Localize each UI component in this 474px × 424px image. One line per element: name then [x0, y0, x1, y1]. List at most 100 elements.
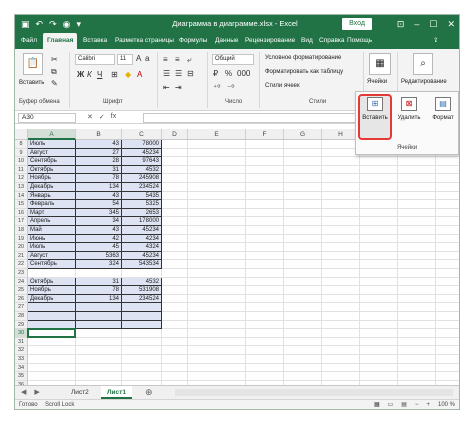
cell-d30[interactable] — [162, 329, 188, 338]
cell-f27[interactable] — [246, 303, 284, 312]
cell-i34[interactable] — [360, 363, 398, 373]
cell-k20[interactable] — [436, 243, 459, 252]
cell-b21[interactable]: 5363 — [76, 251, 122, 261]
cell-j17[interactable] — [398, 217, 436, 226]
cell-h26[interactable] — [322, 294, 360, 304]
cell-c22[interactable]: 543534 — [122, 260, 162, 269]
cell-k14[interactable] — [436, 192, 459, 201]
cell-i23[interactable] — [360, 269, 398, 278]
fill-color-icon[interactable]: ◆ — [125, 70, 131, 80]
cell-b27[interactable] — [76, 303, 122, 312]
format-cells-button[interactable]: ▤ Формат — [428, 96, 458, 136]
cell-h33[interactable] — [322, 355, 360, 364]
cell-a34[interactable] — [28, 363, 76, 373]
cell-g32[interactable] — [284, 346, 322, 355]
font-name-select[interactable]: Calibri — [75, 54, 115, 65]
cell-g23[interactable] — [284, 269, 322, 278]
login-button[interactable]: Вход — [342, 18, 372, 30]
cell-j22[interactable] — [398, 260, 436, 269]
cell-g34[interactable] — [284, 363, 322, 373]
cell-j13[interactable] — [398, 183, 436, 192]
cell-a15[interactable]: Февраль — [28, 200, 76, 209]
cell-i12[interactable] — [360, 174, 398, 183]
cell-k35[interactable] — [436, 372, 459, 381]
increase-decimal-icon[interactable]: ⁺⁰ — [213, 83, 220, 93]
cell-g25[interactable] — [284, 286, 322, 295]
cell-e18[interactable] — [188, 226, 246, 235]
cell-g26[interactable] — [284, 294, 322, 304]
cell-c25[interactable]: 531908 — [122, 286, 162, 295]
cell-i20[interactable] — [360, 243, 398, 252]
tab-insert[interactable]: Вставка — [83, 33, 107, 49]
cell-i33[interactable] — [360, 355, 398, 364]
cell-d21[interactable] — [162, 251, 188, 261]
cell-h31[interactable] — [322, 337, 360, 347]
cell-i13[interactable] — [360, 183, 398, 192]
tab-help[interactable]: Справка — [319, 33, 345, 49]
paste-button[interactable]: Вставить — [19, 80, 44, 86]
align-center-icon[interactable]: ☰ — [175, 69, 182, 79]
bold-icon[interactable]: Ж — [77, 70, 84, 80]
cell-j32[interactable] — [398, 346, 436, 355]
cell-a24[interactable]: Октябрь — [28, 277, 76, 287]
tab-home[interactable]: Главная — [43, 33, 78, 49]
cell-j28[interactable] — [398, 312, 436, 321]
cell-d14[interactable] — [162, 191, 188, 201]
add-sheet-icon[interactable]: ⊕ — [145, 387, 153, 398]
cell-a28[interactable] — [28, 312, 76, 321]
cell-e28[interactable] — [188, 312, 246, 321]
font-size-select[interactable]: 11 — [117, 54, 133, 65]
cell-h25[interactable] — [322, 286, 360, 295]
cell-k19[interactable] — [436, 235, 459, 244]
cell-e19[interactable] — [188, 234, 246, 244]
cell-a27[interactable] — [28, 303, 76, 312]
cell-k28[interactable] — [436, 312, 459, 321]
cell-d34[interactable] — [162, 363, 188, 373]
select-all-corner[interactable] — [15, 129, 28, 140]
cell-i14[interactable] — [360, 191, 398, 201]
row-header[interactable]: 14 — [15, 191, 28, 201]
cell-d33[interactable] — [162, 355, 188, 364]
cell-styles-button[interactable]: Стили ячеек — [265, 83, 300, 89]
cell-i16[interactable] — [360, 208, 398, 218]
cell-j12[interactable] — [398, 174, 436, 183]
cell-c19[interactable]: 4234 — [122, 234, 162, 244]
name-box[interactable]: A30 — [18, 113, 76, 123]
cell-a33[interactable] — [28, 355, 76, 364]
row-header[interactable]: 24 — [15, 277, 28, 287]
cell-c32[interactable] — [122, 346, 162, 355]
row-header[interactable]: 17 — [15, 217, 28, 226]
cell-f33[interactable] — [246, 355, 284, 364]
cell-f10[interactable] — [246, 157, 284, 166]
column-header-c[interactable]: C — [122, 129, 162, 140]
cell-c10[interactable]: 97643 — [122, 157, 162, 166]
cell-e13[interactable] — [188, 183, 246, 192]
cell-d15[interactable] — [162, 200, 188, 209]
cell-k31[interactable] — [436, 338, 459, 347]
cell-g8[interactable] — [284, 140, 322, 149]
zoom-in-icon[interactable]: + — [426, 400, 430, 409]
cell-f35[interactable] — [246, 372, 284, 381]
cell-d10[interactable] — [162, 157, 188, 166]
cell-i32[interactable] — [360, 346, 398, 355]
camera-icon[interactable]: ◉ — [63, 18, 71, 30]
cell-i31[interactable] — [360, 337, 398, 347]
cell-f13[interactable] — [246, 183, 284, 192]
search-icon[interactable]: ⌕ — [413, 53, 433, 75]
align-top-icon[interactable]: ≡ — [163, 55, 168, 65]
cell-d32[interactable] — [162, 346, 188, 355]
cell-b24[interactable]: 31 — [76, 277, 122, 287]
row-header[interactable]: 16 — [15, 208, 28, 218]
cell-k29[interactable] — [436, 321, 459, 330]
cell-i27[interactable] — [360, 303, 398, 312]
cell-a18[interactable]: Май — [28, 226, 76, 235]
cell-k34[interactable] — [436, 364, 459, 373]
cell-d13[interactable] — [162, 183, 188, 192]
cell-a13[interactable]: Декабрь — [28, 183, 76, 192]
page-break-icon[interactable]: ▤ — [401, 400, 407, 409]
indent-icon[interactable]: ⇤ — [163, 83, 170, 93]
cell-b12[interactable]: 78 — [76, 174, 122, 183]
cell-c31[interactable] — [122, 337, 162, 347]
cell-k26[interactable] — [436, 295, 459, 304]
cell-g24[interactable] — [284, 277, 322, 287]
